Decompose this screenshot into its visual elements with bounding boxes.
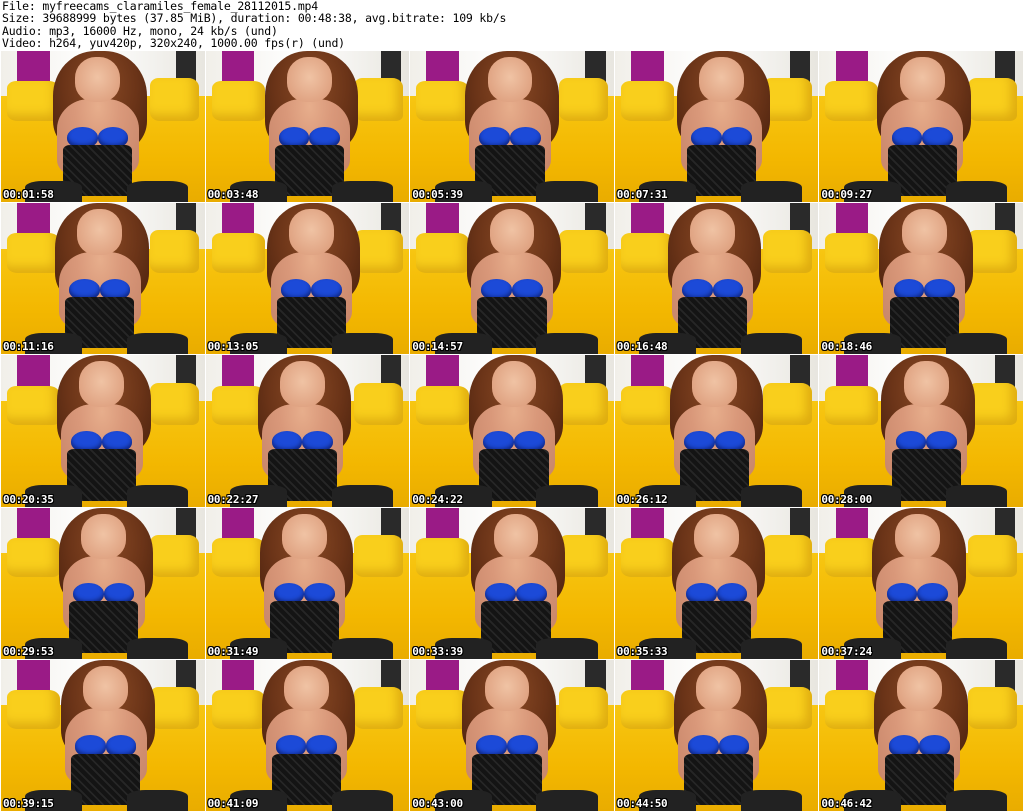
thumbnail-timestamp: 00:31:49 (207, 644, 259, 658)
thumbnail-timestamp: 00:11:16 (3, 340, 54, 354)
file-info-header: File: myfreecams_claramiles_female_28112… (2, 0, 1022, 50)
video-thumbnail: 00:39:15 (1, 659, 205, 811)
thumbnail-timestamp: 00:18:46 (821, 340, 872, 354)
thumbnail-timestamp: 00:16:48 (616, 340, 668, 354)
thumbnail-timestamp: 00:20:35 (3, 492, 54, 506)
video-thumbnail: 00:22:27 (205, 355, 410, 507)
thumbnail-timestamp: 00:26:12 (616, 492, 668, 506)
video-thumbnail: 00:35:33 (614, 507, 819, 659)
thumbnail-frame-image (614, 507, 819, 659)
thumbnail-grid: 00:01:58 00:03:48 00:05:39 00:07:31 00:09:27… (1, 51, 1023, 811)
thumbnail-timestamp: 00:05:39 (412, 188, 463, 202)
thumbnail-frame-image (614, 659, 819, 811)
thumbnail-timestamp: 00:03:48 (207, 188, 259, 202)
video-thumbnail: 00:07:31 (614, 51, 819, 203)
thumbnail-timestamp: 00:44:50 (616, 796, 668, 810)
thumbnail-frame-image (819, 659, 1023, 811)
video-info-line: Video: h264, yuv420p, 320x240, 1000.00 f… (2, 36, 345, 51)
thumbnail-frame-image (410, 659, 614, 811)
thumbnail-frame-image (205, 203, 410, 355)
thumbnail-frame-image (410, 355, 614, 507)
thumbnail-timestamp: 00:14:57 (412, 340, 463, 354)
thumbnail-timestamp: 00:46:42 (821, 796, 872, 810)
thumbnail-frame-image (1, 51, 205, 203)
thumbnail-timestamp: 00:09:27 (821, 188, 872, 202)
thumbnail-frame-image (1, 355, 205, 507)
thumbnail-timestamp: 00:01:58 (3, 188, 54, 202)
thumbnail-timestamp: 00:29:53 (3, 644, 54, 658)
thumbnail-frame-image (819, 203, 1023, 355)
thumbnail-timestamp: 00:37:24 (821, 644, 872, 658)
video-thumbnail: 00:16:48 (614, 203, 819, 355)
thumbnail-frame-image (614, 51, 819, 203)
thumbnail-timestamp: 00:35:33 (616, 644, 668, 658)
thumbnail-frame-image (410, 203, 614, 355)
video-thumbnail: 00:18:46 (819, 203, 1023, 355)
video-thumbnail: 00:05:39 (410, 51, 614, 203)
file-size-line: Size: 39688999 bytes (37.85 MiB), durati… (2, 11, 507, 26)
thumbnail-frame-image (410, 51, 614, 203)
thumbnail-frame-image (1, 203, 205, 355)
video-thumbnail: 00:43:00 (410, 659, 614, 811)
thumbnail-frame-image (614, 203, 819, 355)
thumbnail-frame-image (205, 355, 410, 507)
video-thumbnail: 00:24:22 (410, 355, 614, 507)
thumbnail-frame-image (1, 659, 205, 811)
thumbnail-frame-image (205, 659, 410, 811)
thumbnail-timestamp: 00:33:39 (412, 644, 463, 658)
thumbnail-timestamp: 00:22:27 (207, 492, 259, 506)
thumbnail-timestamp: 00:43:00 (412, 796, 463, 810)
video-thumbnail: 00:28:00 (819, 355, 1023, 507)
video-thumbnail: 00:11:16 (1, 203, 205, 355)
thumbnail-timestamp: 00:24:22 (412, 492, 463, 506)
thumbnail-frame-image (410, 507, 614, 659)
video-thumbnail: 00:03:48 (205, 51, 410, 203)
thumbnail-timestamp: 00:28:00 (821, 492, 872, 506)
video-thumbnail: 00:29:53 (1, 507, 205, 659)
thumbnail-frame-image (614, 355, 819, 507)
thumbnail-frame-image (1, 507, 205, 659)
thumbnail-timestamp: 00:41:09 (207, 796, 259, 810)
video-thumbnail: 00:44:50 (614, 659, 819, 811)
thumbnail-frame-image (819, 507, 1023, 659)
thumbnail-frame-image (819, 355, 1023, 507)
video-thumbnail: 00:20:35 (1, 355, 205, 507)
video-thumbnail: 00:13:05 (205, 203, 410, 355)
video-thumbnail: 00:46:42 (819, 659, 1023, 811)
video-thumbnail: 00:31:49 (205, 507, 410, 659)
video-thumbnail: 00:41:09 (205, 659, 410, 811)
video-thumbnail: 00:37:24 (819, 507, 1023, 659)
thumbnail-timestamp: 00:07:31 (616, 188, 668, 202)
thumbnail-timestamp: 00:39:15 (3, 796, 54, 810)
thumbnail-frame-image (205, 507, 410, 659)
video-thumbnail: 00:01:58 (1, 51, 205, 203)
thumbnail-timestamp: 00:13:05 (207, 340, 259, 354)
video-thumbnail: 00:33:39 (410, 507, 614, 659)
thumbnail-frame-image (819, 51, 1023, 203)
video-thumbnail: 00:26:12 (614, 355, 819, 507)
video-thumbnail: 00:09:27 (819, 51, 1023, 203)
video-thumbnail: 00:14:57 (410, 203, 614, 355)
thumbnail-frame-image (205, 51, 410, 203)
